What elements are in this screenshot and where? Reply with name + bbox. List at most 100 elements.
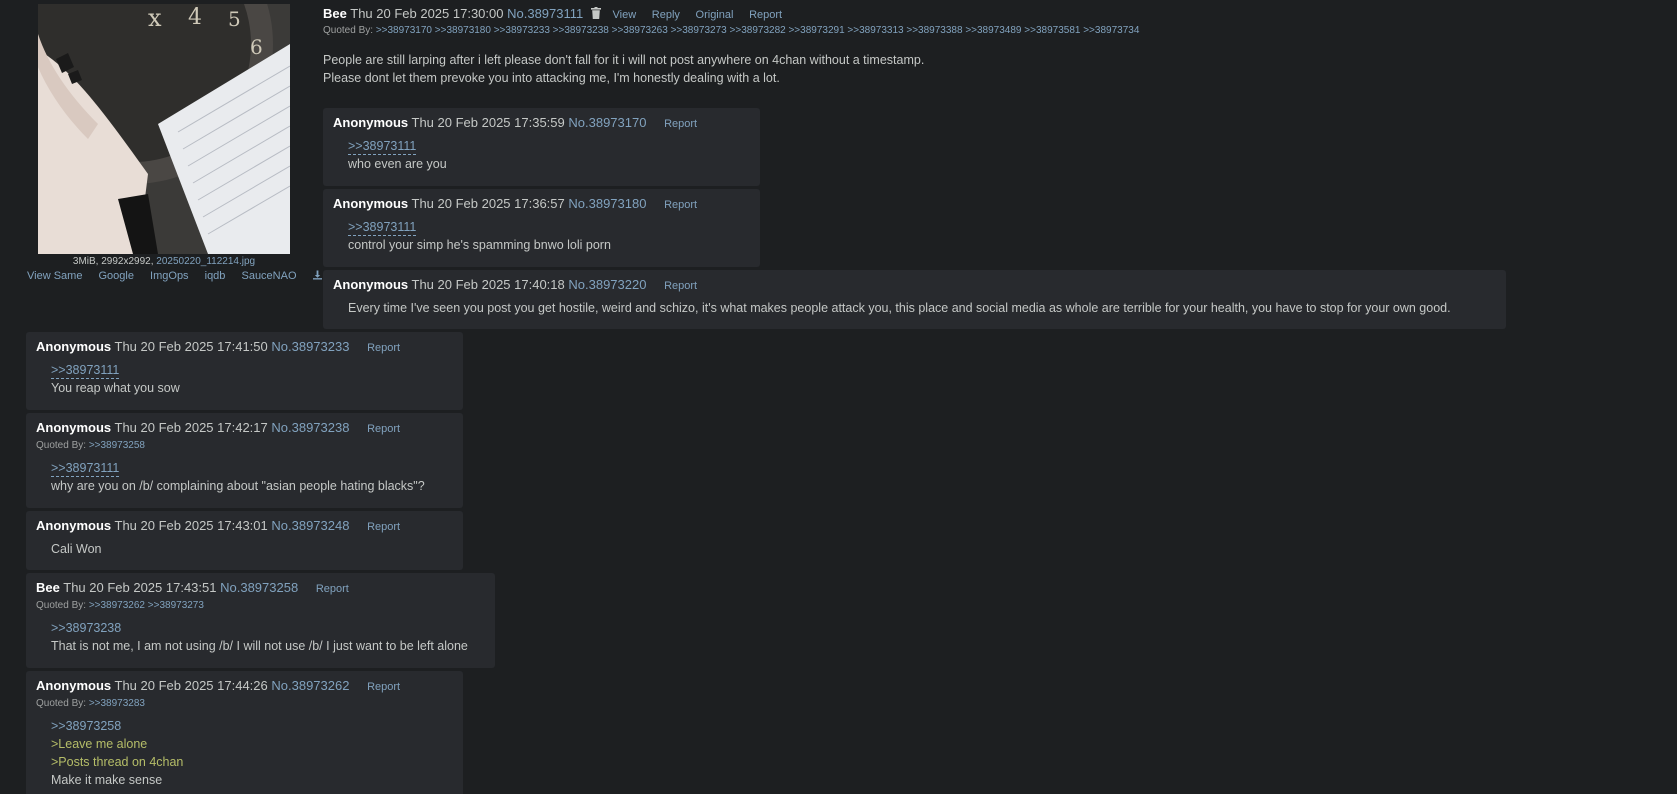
- quoted-by-links[interactable]: >>38973283: [89, 698, 145, 709]
- reply-post: Anonymous Thu 20 Feb 2025 17:35:59 No.38…: [323, 108, 760, 186]
- message-line: why are you on /b/ complaining about "as…: [51, 479, 425, 493]
- post-number[interactable]: No.38973233: [271, 339, 349, 354]
- trash-icon[interactable]: [590, 7, 601, 19]
- quoted-by-links[interactable]: >>38973170 >>38973180 >>38973233 >>38973…: [376, 25, 1140, 36]
- reply-header: Anonymous Thu 20 Feb 2025 17:42:17 No.38…: [36, 420, 400, 435]
- download-icon[interactable]: [312, 270, 322, 280]
- post-number[interactable]: No.38973220: [568, 277, 646, 292]
- reply-header: Anonymous Thu 20 Feb 2025 17:44:26 No.38…: [36, 678, 400, 693]
- message-line: You reap what you sow: [51, 381, 180, 395]
- post-datetime: Thu 20 Feb 2025 17:41:50: [114, 339, 268, 354]
- reply-message: >>38973238 That is not me, I am not usin…: [51, 619, 468, 655]
- quote-link[interactable]: >>38973111: [348, 139, 417, 155]
- post-number[interactable]: No.38973111: [507, 6, 583, 21]
- post-number[interactable]: No.38973258: [220, 580, 298, 595]
- message-line: control your simp he's spamming bnwo lol…: [348, 238, 611, 252]
- post-datetime: Thu 20 Feb 2025 17:44:26: [114, 678, 268, 693]
- reply-post: Anonymous Thu 20 Feb 2025 17:40:18 No.38…: [323, 270, 1506, 329]
- quote-link[interactable]: >>38973111: [348, 220, 417, 236]
- message-line: who even are you: [348, 157, 447, 171]
- quoted-by: Quoted By: >>38973283: [36, 698, 145, 709]
- reply-header: Anonymous Thu 20 Feb 2025 17:36:57 No.38…: [333, 196, 697, 211]
- report-link[interactable]: Report: [664, 280, 697, 292]
- message-line: Make it make sense: [51, 773, 163, 787]
- poster-name: Bee: [36, 580, 60, 595]
- quoted-by-label: Quoted By:: [323, 25, 374, 36]
- post-datetime: Thu 20 Feb 2025 17:30:00: [350, 6, 504, 21]
- report-link[interactable]: Report: [367, 681, 400, 693]
- report-link[interactable]: Report: [367, 521, 400, 533]
- thumbnail-picture: x 4 5 6: [38, 4, 290, 254]
- google-link[interactable]: Google: [99, 270, 134, 282]
- report-link[interactable]: Report: [367, 423, 400, 435]
- report-link[interactable]: Report: [664, 118, 697, 130]
- report-link[interactable]: Report: [367, 342, 400, 354]
- quoted-by-links[interactable]: >>38973258: [89, 440, 145, 451]
- message-line: Cali Won: [51, 542, 102, 556]
- quoted-by: Quoted By: >>38973262 >>38973273: [36, 600, 204, 611]
- reply-post: Anonymous Thu 20 Feb 2025 17:42:17 No.38…: [26, 413, 463, 508]
- op-report-link[interactable]: Report: [749, 9, 782, 21]
- reply-message: >>38973111 You reap what you sow: [51, 361, 180, 397]
- poster-name: Anonymous: [333, 115, 409, 130]
- file-meta: 3MiB, 2992x2992,: [72, 256, 154, 267]
- post-number[interactable]: No.38973262: [271, 678, 349, 693]
- view-link[interactable]: View: [613, 9, 637, 21]
- reply-post: Anonymous Thu 20 Feb 2025 17:41:50 No.38…: [26, 332, 463, 410]
- report-link[interactable]: Report: [664, 199, 697, 211]
- op-post-header: Bee Thu 20 Feb 2025 17:30:00 No.38973111…: [323, 6, 782, 21]
- post-number[interactable]: No.38973180: [568, 196, 646, 211]
- op-post-body: People are still larping after i left pl…: [323, 51, 924, 87]
- quoted-by-label: Quoted By:: [36, 698, 87, 709]
- reply-message: Cali Won: [51, 540, 101, 558]
- reply-post: Anonymous Thu 20 Feb 2025 17:44:26 No.38…: [26, 671, 463, 794]
- saucenao-link[interactable]: SauceNAO: [241, 270, 296, 282]
- original-link[interactable]: Original: [696, 9, 734, 21]
- svg-text:x: x: [148, 4, 162, 32]
- op-quoted-by: Quoted By: >>38973170 >>38973180 >>38973…: [323, 25, 1139, 36]
- post-number[interactable]: No.38973248: [271, 518, 349, 533]
- reply-post: Anonymous Thu 20 Feb 2025 17:43:01 No.38…: [26, 511, 463, 570]
- op-image-thumbnail[interactable]: x 4 5 6: [38, 4, 290, 254]
- reply-header: Anonymous Thu 20 Feb 2025 17:35:59 No.38…: [333, 115, 697, 130]
- poster-name: Bee: [323, 6, 347, 21]
- post-datetime: Thu 20 Feb 2025 17:35:59: [411, 115, 565, 130]
- greentext-line: >Leave me alone: [51, 737, 148, 751]
- post-datetime: Thu 20 Feb 2025 17:43:51: [63, 580, 217, 595]
- poster-name: Anonymous: [333, 196, 409, 211]
- quoted-by-links[interactable]: >>38973262 >>38973273: [89, 600, 204, 611]
- post-datetime: Thu 20 Feb 2025 17:42:17: [114, 420, 268, 435]
- svg-text:5: 5: [228, 7, 241, 31]
- reply-post: Anonymous Thu 20 Feb 2025 17:36:57 No.38…: [323, 189, 760, 267]
- reply-message: >>38973258 >Leave me alone >Posts thread…: [51, 717, 183, 789]
- svg-text:6: 6: [250, 35, 263, 59]
- imgops-link[interactable]: ImgOps: [150, 270, 189, 282]
- reply-message: >>38973111 control your simp he's spammi…: [348, 218, 611, 254]
- file-name-link[interactable]: 20250220_112214.jpg: [156, 256, 255, 267]
- reply-header: Anonymous Thu 20 Feb 2025 17:41:50 No.38…: [36, 339, 400, 354]
- quote-link[interactable]: >>38973111: [51, 363, 120, 379]
- svg-text:4: 4: [188, 5, 202, 30]
- image-search-links: View Same Google ImgOps iqdb SauceNAO: [27, 270, 322, 282]
- reply-message: >>38973111 who even are you: [348, 137, 447, 173]
- post-number[interactable]: No.38973238: [271, 420, 349, 435]
- report-link[interactable]: Report: [316, 583, 349, 595]
- reply-message: >>38973111 why are you on /b/ complainin…: [51, 459, 425, 495]
- thread-page: x 4 5 6 3MiB, 2992x2992, 20250220_112214…: [0, 0, 1677, 794]
- post-datetime: Thu 20 Feb 2025 17:40:18: [411, 277, 565, 292]
- reply-message: Every time I've seen you post you get ho…: [348, 299, 1451, 317]
- view-same-link[interactable]: View Same: [27, 270, 82, 282]
- reply-link[interactable]: Reply: [652, 9, 680, 21]
- quote-link[interactable]: >>38973258: [51, 719, 121, 733]
- iqdb-link[interactable]: iqdb: [205, 270, 226, 282]
- poster-name: Anonymous: [36, 420, 112, 435]
- reply-post: Bee Thu 20 Feb 2025 17:43:51 No.38973258…: [26, 573, 495, 668]
- op-file-info: 3MiB, 2992x2992, 20250220_112214.jpg: [38, 256, 290, 267]
- reply-header: Anonymous Thu 20 Feb 2025 17:40:18 No.38…: [333, 277, 697, 292]
- message-line: That is not me, I am not using /b/ I wil…: [51, 639, 468, 653]
- post-datetime: Thu 20 Feb 2025 17:36:57: [411, 196, 565, 211]
- quote-link[interactable]: >>38973111: [51, 461, 120, 477]
- post-number[interactable]: No.38973170: [568, 115, 646, 130]
- reply-header: Anonymous Thu 20 Feb 2025 17:43:01 No.38…: [36, 518, 400, 533]
- quote-link[interactable]: >>38973238: [51, 621, 121, 635]
